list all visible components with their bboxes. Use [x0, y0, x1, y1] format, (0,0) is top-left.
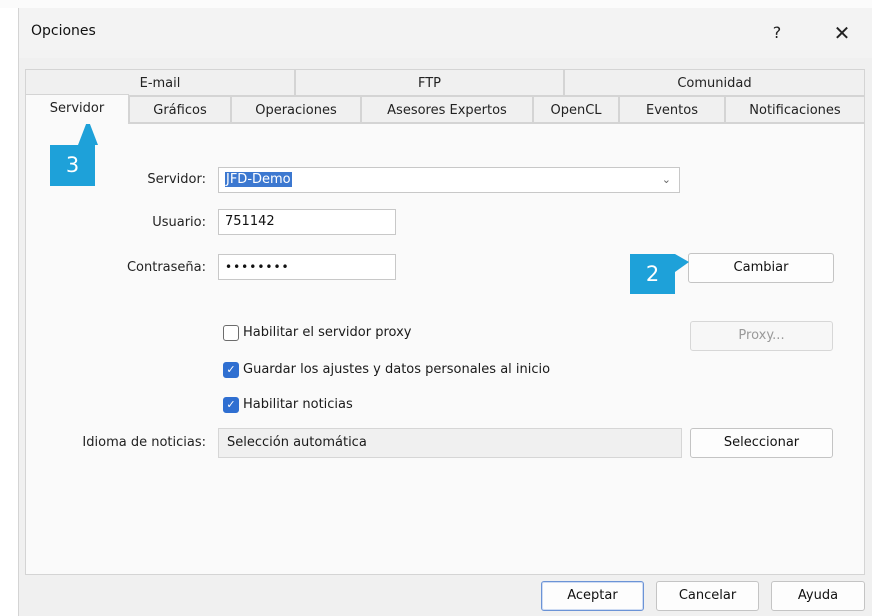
- news-checkbox-label: Habilitar noticias: [243, 397, 353, 412]
- cancel-button[interactable]: Cancelar: [656, 581, 759, 611]
- callout-2: 2: [630, 254, 675, 294]
- close-icon[interactable]: ✕: [827, 18, 857, 48]
- server-select[interactable]: JFD-Demo ⌄: [218, 167, 680, 193]
- options-dialog: Opciones ? ✕ E-mail FTP Comunidad Servid…: [18, 8, 872, 616]
- news-language-label: Idioma de noticias:: [82, 435, 206, 450]
- tab-ftp[interactable]: FTP: [295, 69, 564, 96]
- tab-comunidad[interactable]: Comunidad: [564, 69, 865, 96]
- select-language-button[interactable]: Seleccionar: [690, 428, 833, 458]
- help-icon[interactable]: ?: [762, 18, 792, 48]
- user-input[interactable]: 751142: [218, 209, 396, 235]
- user-label: Usuario:: [152, 215, 206, 230]
- news-language-field: Selección automática: [218, 428, 682, 458]
- ok-button[interactable]: Aceptar: [541, 581, 644, 611]
- tab-graficos[interactable]: Gráficos: [129, 96, 231, 123]
- server-settings-panel: Servidor: JFD-Demo ⌄ Usuario: 751142 Con…: [25, 123, 865, 575]
- title-bar: Opciones ? ✕: [19, 8, 872, 58]
- tab-notificaciones[interactable]: Notificaciones: [725, 96, 865, 123]
- background-strip: [0, 0, 872, 8]
- tab-eventos[interactable]: Eventos: [619, 96, 725, 123]
- save-settings-checkbox[interactable]: ✓: [223, 362, 239, 378]
- tab-asesores-expertos[interactable]: Asesores Expertos: [361, 96, 533, 123]
- dialog-title: Opciones: [31, 23, 96, 39]
- server-value: JFD-Demo: [225, 172, 292, 187]
- save-settings-checkbox-label: Guardar los ajustes y datos personales a…: [243, 362, 551, 377]
- server-label: Servidor:: [147, 172, 206, 187]
- change-button[interactable]: Cambiar: [688, 253, 834, 283]
- proxy-button[interactable]: Proxy...: [690, 321, 833, 351]
- tab-email[interactable]: E-mail: [25, 69, 295, 96]
- chevron-down-icon: ⌄: [661, 173, 671, 186]
- password-input[interactable]: ••••••••: [218, 254, 396, 280]
- callout-2-pointer: [675, 254, 689, 272]
- proxy-checkbox-label: Habilitar el servidor proxy: [243, 325, 412, 340]
- tab-servidor[interactable]: Servidor: [25, 94, 129, 124]
- news-checkbox[interactable]: ✓: [223, 397, 239, 413]
- tab-opencl[interactable]: OpenCL: [533, 96, 619, 123]
- proxy-checkbox[interactable]: [223, 325, 239, 341]
- help-button[interactable]: Ayuda: [771, 581, 865, 611]
- callout-3: 3: [50, 145, 95, 186]
- password-label: Contraseña:: [126, 260, 206, 275]
- tab-operaciones[interactable]: Operaciones: [231, 96, 361, 123]
